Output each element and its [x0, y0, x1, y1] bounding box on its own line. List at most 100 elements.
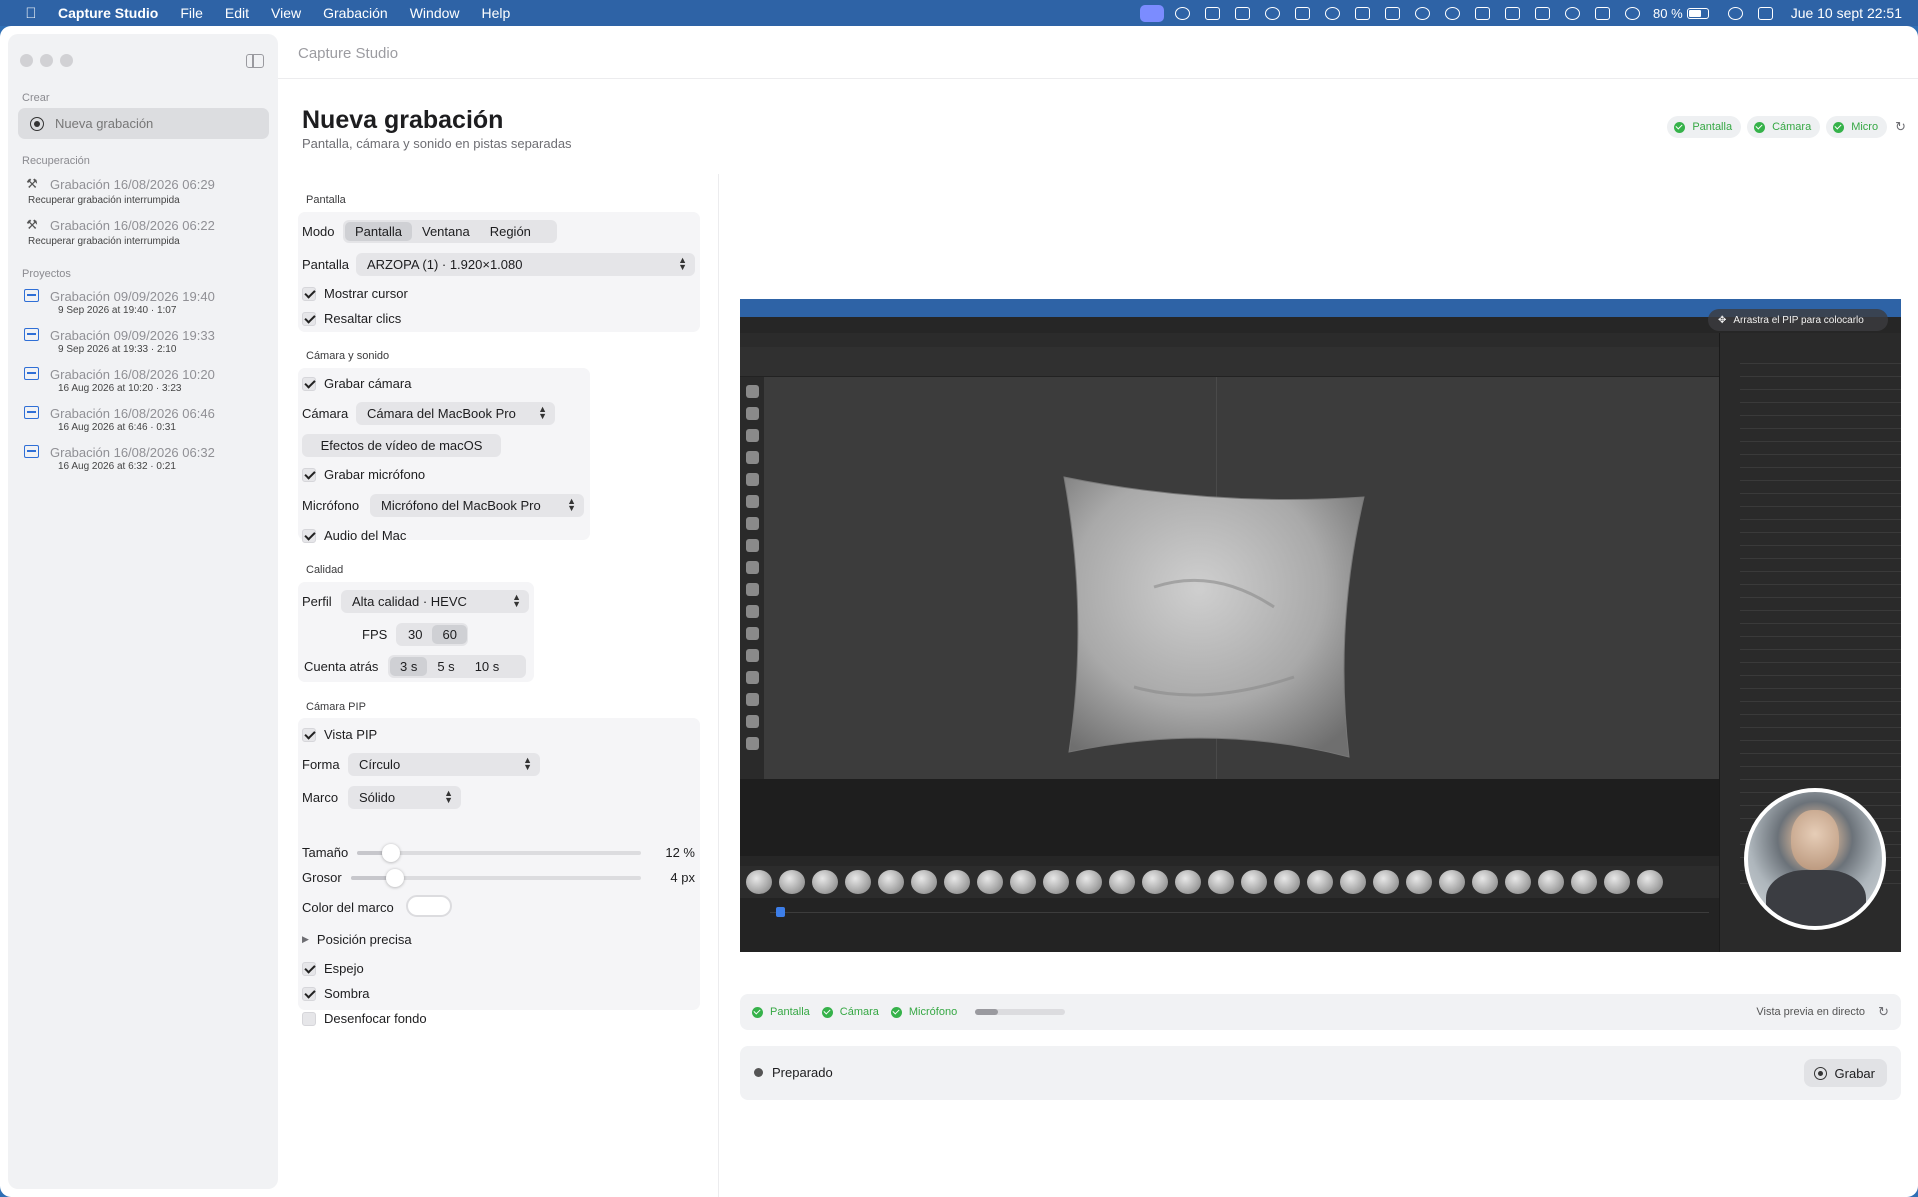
checkbox-icon: [302, 727, 316, 742]
dropbox-tray-icon[interactable]: [1377, 0, 1407, 26]
video-effects-button[interactable]: Efectos de vídeo de macOS: [302, 434, 501, 457]
size-slider[interactable]: [357, 844, 641, 862]
menu-app-name[interactable]: Capture Studio: [42, 5, 169, 21]
view-pip-checkbox[interactable]: Vista PIP: [302, 727, 377, 742]
chatgpt-tray-icon[interactable]: [1557, 0, 1587, 26]
menu-view[interactable]: View: [260, 5, 312, 21]
profile-select[interactable]: Alta calidad · HEVC ▲ ▼: [341, 590, 529, 613]
mode-segmented-control: Pantalla Ventana Región: [343, 220, 557, 243]
check-icon: [1674, 121, 1686, 133]
checkbox-label: Espejo: [324, 961, 364, 976]
profile-select-value: Alta calidad · HEVC: [352, 594, 467, 609]
battery-icon[interactable]: [1686, 7, 1709, 19]
segment-countdown-3[interactable]: 3 s: [390, 657, 428, 676]
spotlight-search-icon[interactable]: [1721, 0, 1751, 26]
info-tray-icon[interactable]: [1437, 0, 1467, 26]
link-tray-icon[interactable]: [1407, 0, 1437, 26]
apple-icon[interactable]: : [20, 5, 42, 22]
menu-file[interactable]: File: [169, 5, 214, 21]
record-button[interactable]: Grabar: [1803, 1059, 1887, 1087]
cloud-tray-icon[interactable]: [1197, 0, 1227, 26]
menu-grabacion[interactable]: Grabación: [312, 5, 399, 21]
control-center-icon[interactable]: [1751, 0, 1781, 26]
film-icon: [24, 289, 39, 302]
checkbox-label: Desenfocar fondo: [324, 1011, 427, 1026]
chevron-updown-icon: ▲ ▼: [567, 496, 576, 513]
project-item[interactable]: Grabación 09/09/2026 19:40 9 Sep 2026 at…: [22, 289, 272, 316]
project-item[interactable]: Grabación 16/08/2026 06:32 16 Aug 2026 a…: [22, 445, 272, 472]
ai-tray-icon[interactable]: [1257, 0, 1287, 26]
segment-countdown-5[interactable]: 5 s: [427, 657, 464, 676]
checkbox-icon: [302, 376, 316, 391]
record-mic-checkbox[interactable]: Grabar micrófono: [302, 467, 425, 482]
sidebar-toggle-icon[interactable]: [246, 54, 264, 68]
record-icon: [1813, 1066, 1827, 1080]
segment-region[interactable]: Región: [480, 222, 541, 241]
pip-camera-overlay[interactable]: [1744, 788, 1886, 930]
menu-help[interactable]: Help: [471, 5, 522, 21]
project-item[interactable]: Grabación 09/09/2026 19:33 9 Sep 2026 at…: [22, 328, 272, 355]
shadow-checkbox[interactable]: Sombra: [302, 986, 370, 1001]
segment-countdown-10[interactable]: 10 s: [465, 657, 510, 676]
camera-select[interactable]: Cámara del MacBook Pro ▲ ▼: [356, 402, 555, 425]
chevron-updown-icon: ▲ ▼: [444, 788, 453, 805]
highlight-clicks-checkbox[interactable]: Resaltar clics: [302, 311, 401, 326]
menu-edit[interactable]: Edit: [214, 5, 260, 21]
close-window-button[interactable]: [20, 54, 33, 67]
mic-select[interactable]: Micrófono del MacBook Pro ▲ ▼: [370, 494, 584, 517]
project-item[interactable]: Grabación 16/08/2026 10:20 16 Aug 2026 a…: [22, 367, 272, 394]
sidebar-item-new-recording[interactable]: Nueva grabación: [18, 108, 269, 139]
cat-tray-icon[interactable]: [1467, 0, 1497, 26]
refresh-preview-icon[interactable]: ↻: [1878, 1004, 1889, 1020]
display-label: Pantalla: [302, 257, 349, 272]
checkbox-label: Grabar micrófono: [324, 467, 426, 482]
size-label: Tamaño: [302, 845, 349, 860]
segment-ventana[interactable]: Ventana: [412, 222, 480, 241]
menu-clock[interactable]: Jue 10 sept 22:51: [1791, 5, 1902, 21]
record-tray-icon[interactable]: [1167, 0, 1197, 26]
display-select[interactable]: ARZOPA (1) · 1.920×1.080 ▲ ▼: [356, 253, 695, 276]
size-value: 12 %: [665, 845, 695, 860]
minimize-window-button[interactable]: [40, 54, 53, 67]
refresh-icon[interactable]: ↻: [1895, 119, 1906, 135]
zoom-window-button[interactable]: [60, 54, 73, 67]
sidebar-item-label: Nueva grabación: [55, 116, 154, 131]
camera-tray-icon[interactable]: [1497, 0, 1527, 26]
mic-level-fill: [975, 1009, 998, 1015]
status-camera: Cámara: [821, 1006, 879, 1018]
blur-background-checkbox[interactable]: Desenfocar fondo: [302, 1011, 427, 1026]
segment-fps-60[interactable]: 60: [432, 625, 467, 644]
segment-fps-30[interactable]: 30: [398, 625, 432, 644]
grid-tray-icon[interactable]: [1347, 0, 1377, 26]
show-cursor-checkbox[interactable]: Mostrar cursor: [302, 286, 408, 301]
sun-tray-icon[interactable]: [1317, 0, 1347, 26]
screen-share-tray-icon[interactable]: [1137, 0, 1167, 26]
project-item-title: Grabación 16/08/2026 10:20: [50, 367, 215, 382]
precise-position-disclosure[interactable]: ▶ Posición precisa: [302, 932, 412, 947]
wifi-icon[interactable]: [1617, 0, 1647, 26]
clipboard-tray-icon[interactable]: [1227, 0, 1257, 26]
slider-knob[interactable]: [385, 869, 404, 887]
screenshot-tray-icon[interactable]: [1527, 0, 1557, 26]
frame-color-well[interactable]: [406, 895, 452, 917]
check-icon: [752, 1006, 763, 1018]
apps-tray-icon[interactable]: [1587, 0, 1617, 26]
rocket-tray-icon[interactable]: [1287, 0, 1317, 26]
segment-pantalla[interactable]: Pantalla: [345, 222, 412, 241]
slider-knob[interactable]: [382, 844, 401, 862]
shape-select-value: Círculo: [359, 757, 401, 772]
preview-tool-column: [740, 377, 764, 779]
mirror-checkbox[interactable]: Espejo: [302, 961, 364, 976]
thickness-slider[interactable]: [351, 869, 641, 887]
frame-select[interactable]: Sólido ▲ ▼: [348, 786, 461, 809]
tools-icon: ⚒: [26, 176, 38, 191]
mac-audio-checkbox[interactable]: Audio del Mac: [302, 528, 406, 543]
record-camera-checkbox[interactable]: Grabar cámara: [302, 376, 411, 391]
menu-window[interactable]: Window: [399, 5, 471, 21]
status-badge-camera: Cámara: [1747, 116, 1821, 138]
project-item[interactable]: Grabación 16/08/2026 06:46 16 Aug 2026 a…: [22, 406, 272, 433]
recovery-item[interactable]: ⚒ Grabación 16/08/2026 06:29 Recuperar gr…: [22, 176, 272, 206]
recovery-item[interactable]: ⚒ Grabación 16/08/2026 06:22 Recuperar gr…: [22, 217, 272, 247]
shape-select[interactable]: Círculo ▲ ▼: [348, 753, 540, 776]
live-preview[interactable]: ✥ Arrastra el PIP para colocarlo: [740, 299, 1901, 952]
